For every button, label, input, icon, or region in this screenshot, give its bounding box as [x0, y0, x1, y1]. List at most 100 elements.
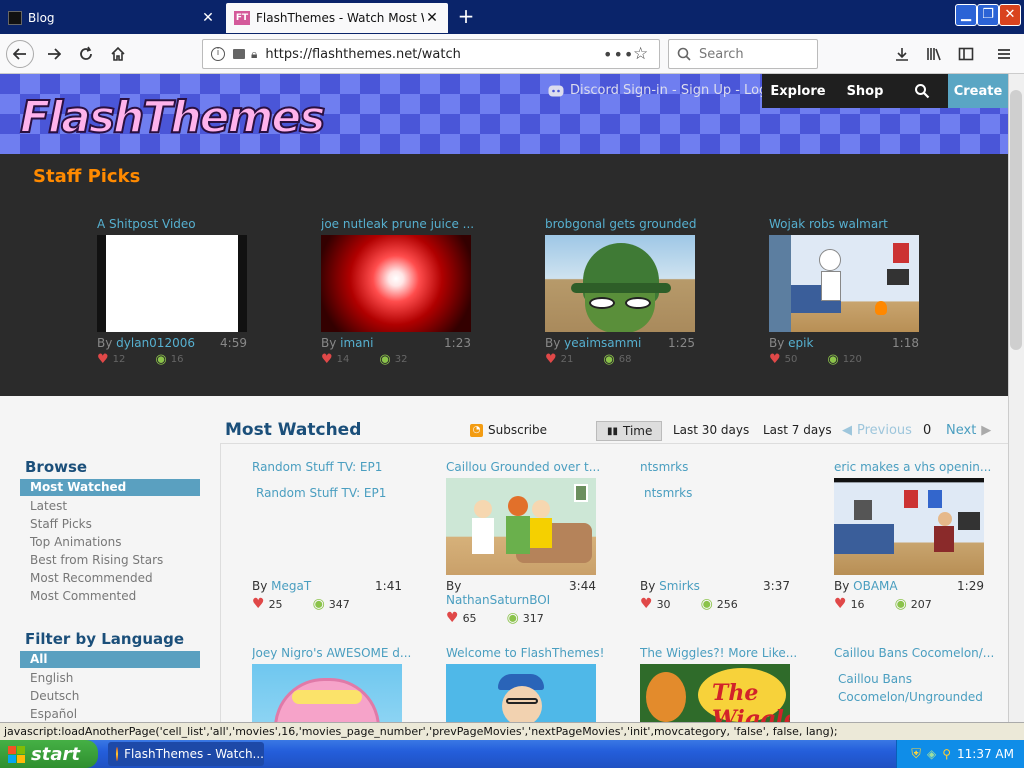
lang-item-espanol[interactable]: Español [30, 707, 77, 721]
author-link[interactable]: OBAMA [853, 579, 897, 593]
start-button[interactable]: start [0, 740, 98, 768]
video-thumbnail[interactable] [769, 235, 919, 332]
video-thumbnail[interactable] [97, 235, 247, 332]
scrollbar-thumb[interactable] [1010, 90, 1022, 350]
permissions-icon[interactable] [233, 49, 245, 59]
author-link[interactable]: Smirks [659, 579, 700, 593]
shop-link[interactable]: Shop [834, 74, 896, 108]
sidebar-item-most-watched[interactable]: Most Watched [20, 479, 200, 496]
video-thumbnail[interactable] [446, 478, 596, 575]
pick-title[interactable]: Wojak robs walmart [769, 217, 945, 233]
thumbnail-alt-text[interactable]: Caillou Bans Cocomelon/Ungrounded [834, 664, 984, 722]
views-count: 256 [716, 597, 738, 611]
subscribe-label[interactable]: Subscribe [488, 423, 547, 437]
staff-pick-card[interactable]: Wojak robs walmart By epik 1:18 ♥ 50 ◉ 120 [769, 217, 945, 367]
card-title[interactable]: Random Stuff TV: EP1 [252, 460, 422, 476]
video-card[interactable]: Random Stuff TV: EP1 Random Stuff TV: EP… [252, 460, 422, 612]
sidebar-item-top-animations[interactable]: Top Animations [30, 535, 122, 549]
url-bar[interactable]: i 🔒︎ https://flashthemes.net/watch ••• ☆ [202, 39, 660, 69]
tab-flashthemes[interactable]: FT FlashThemes - Watch Most Watched ✕ [226, 3, 448, 33]
video-card[interactable]: Welcome to FlashThemes! [446, 646, 616, 722]
shield-icon[interactable]: ⛨ [911, 747, 921, 762]
tab-blog[interactable]: Blog ✕ [0, 3, 224, 33]
flashthemes-logo[interactable]: FlashThemes [19, 91, 326, 144]
create-button[interactable]: Create [948, 74, 1008, 108]
video-thumbnail[interactable]: The Wiggles [640, 664, 790, 722]
video-card[interactable]: eric makes a vhs openin... By OBAMA 1:29… [834, 460, 1004, 612]
author-link[interactable]: NathanSaturnBOI [446, 593, 550, 607]
lang-item-deutsch[interactable]: Deutsch [30, 689, 79, 703]
url-text[interactable]: https://flashthemes.net/watch [265, 47, 460, 62]
home-button[interactable] [104, 40, 132, 68]
bookmark-star-icon[interactable]: ☆ [633, 44, 648, 64]
card-title[interactable]: The Wiggles?! More Like... [640, 646, 810, 662]
video-card[interactable]: Caillou Bans Cocomelon/... Caillou Bans … [834, 646, 1004, 722]
pick-title[interactable]: A Shitpost Video [97, 217, 273, 233]
search-icon[interactable]: ⚲ [942, 747, 951, 761]
card-title[interactable]: Caillou Grounded over t... [446, 460, 616, 476]
sidebar-item-latest[interactable]: Latest [30, 499, 67, 513]
card-title[interactable]: Welcome to FlashThemes! [446, 646, 616, 662]
maximize-button[interactable]: ❐ [977, 4, 999, 26]
filter-time-button[interactable]: ▮▮ Time [596, 421, 662, 441]
thumbnail-alt-text[interactable]: Random Stuff TV: EP1 [252, 478, 422, 575]
sidebar-item-rising-stars[interactable]: Best from Rising Stars [30, 553, 163, 567]
sidebar-item-most-recommended[interactable]: Most Recommended [30, 571, 153, 585]
subscribe-link[interactable]: ◔ Subscribe [470, 423, 547, 437]
info-icon[interactable]: i [211, 47, 225, 61]
window-close-button[interactable]: ✕ [999, 4, 1021, 26]
video-thumbnail[interactable] [252, 664, 402, 722]
close-icon[interactable]: ✕ [424, 10, 440, 26]
filter-last30-button[interactable]: Last 30 days [673, 423, 749, 437]
forward-button[interactable] [40, 40, 68, 68]
search-input[interactable]: Search [668, 39, 818, 69]
reload-button[interactable] [72, 40, 100, 68]
signin-links[interactable]: Discord Sign-in - Sign Up - Login [548, 83, 779, 98]
video-thumbnail[interactable] [446, 664, 596, 722]
card-title[interactable]: Joey Nigro's AWESOME d... [252, 646, 422, 662]
lang-item-english[interactable]: English [30, 671, 73, 685]
video-card[interactable]: The Wiggles?! More Like... The Wiggles [640, 646, 810, 722]
card-title[interactable]: eric makes a vhs openin... [834, 460, 1004, 476]
previous-button[interactable]: ◀ Previous [842, 423, 912, 438]
new-tab-button[interactable]: + [452, 4, 480, 30]
filter-last7-button[interactable]: Last 7 days [763, 423, 832, 437]
lang-item-all[interactable]: All [20, 651, 200, 668]
lock-icon[interactable]: 🔒︎ [251, 47, 257, 62]
thumbnail-alt-text[interactable]: ntsmrks [640, 478, 810, 575]
staff-pick-card[interactable]: joe nutleak prune juice ... By imani 1:2… [321, 217, 497, 367]
downloads-button[interactable] [888, 40, 916, 68]
card-title[interactable]: Caillou Bans Cocomelon/... [834, 646, 1004, 662]
staff-pick-card[interactable]: A Shitpost Video By dylan012006 4:59 ♥ 12… [97, 217, 273, 367]
page-actions-icon[interactable]: ••• [603, 45, 634, 64]
pick-title[interactable]: brobgonal gets grounded [545, 217, 721, 233]
back-button[interactable] [6, 40, 34, 68]
signin-text[interactable]: Discord Sign-in - Sign Up - Login [570, 83, 779, 98]
video-thumbnail[interactable] [545, 235, 695, 332]
menu-button[interactable] [990, 40, 1018, 68]
network-icon[interactable]: ◈ [927, 747, 936, 761]
taskbar-window-flashthemes[interactable]: FlashThemes - Watch... [108, 742, 264, 766]
author-link[interactable]: MegaT [271, 579, 311, 593]
author-link[interactable]: epik [788, 336, 813, 350]
video-card[interactable]: ntsmrks ntsmrks By Smirks 3:37 ♥ 30 ◉ 256 [640, 460, 810, 612]
video-thumbnail[interactable] [834, 478, 984, 575]
site-search-button[interactable] [896, 74, 948, 108]
author-link[interactable]: yeaimsammi [564, 336, 641, 350]
library-button[interactable] [920, 40, 948, 68]
sidebar-item-most-commented[interactable]: Most Commented [30, 589, 136, 603]
pick-title[interactable]: joe nutleak prune juice ... [321, 217, 497, 233]
staff-pick-card[interactable]: brobgonal gets grounded By yeaimsammi 1:… [545, 217, 721, 367]
author-link[interactable]: dylan012006 [116, 336, 195, 350]
explore-link[interactable]: Explore [762, 74, 834, 108]
video-card[interactable]: Joey Nigro's AWESOME d... [252, 646, 422, 722]
sidebar-button[interactable] [952, 40, 980, 68]
card-title[interactable]: ntsmrks [640, 460, 810, 476]
close-icon[interactable]: ✕ [200, 10, 216, 26]
video-card[interactable]: Caillou Grounded over t... By NathanSatu… [446, 460, 616, 626]
video-thumbnail[interactable] [321, 235, 471, 332]
next-button[interactable]: Next ▶ [946, 423, 991, 438]
sidebar-item-staff-picks[interactable]: Staff Picks [30, 517, 92, 531]
minimize-button[interactable]: ▁ [955, 4, 977, 26]
author-link[interactable]: imani [340, 336, 373, 350]
